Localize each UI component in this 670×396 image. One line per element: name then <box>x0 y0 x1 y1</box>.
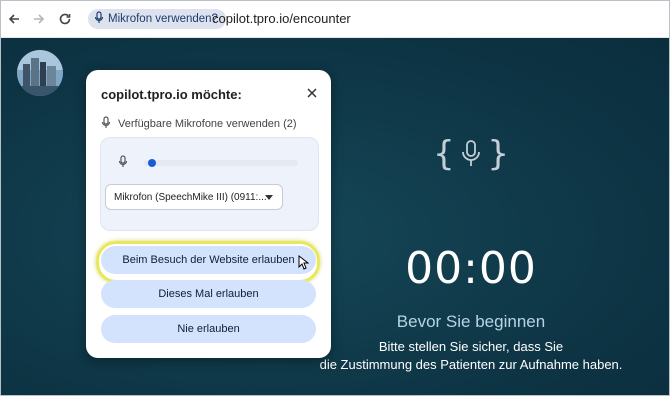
microphone-icon <box>462 140 480 166</box>
browser-toolbar: Mikrofon verwenden? copilot.tpro.io/enco… <box>1 1 669 38</box>
address-bar-url[interactable]: copilot.tpro.io/encounter <box>212 11 351 26</box>
microphone-level-indicator <box>148 159 156 167</box>
avatar[interactable] <box>17 50 63 96</box>
consent-hint: Bitte stellen Sie sicher, dass Sie die Z… <box>301 338 641 374</box>
microphone-icon <box>101 116 111 132</box>
never-allow-button[interactable]: Nie erlauben <box>101 315 316 343</box>
chip-label: Mikrofon verwenden? <box>108 13 218 25</box>
permission-text: Verfügbare Mikrofone verwenden (2) <box>118 118 297 130</box>
browser-window: Mikrofon verwenden? copilot.tpro.io/enco… <box>0 0 670 396</box>
microphone-level-meter <box>144 159 298 167</box>
microphone-device-select[interactable]: Mikrofon (SpeechMike III) (0911:... <box>105 184 283 210</box>
recording-timer: 00:00 <box>405 243 537 294</box>
permission-request: Verfügbare Mikrofone verwenden (2) <box>101 116 297 132</box>
chevron-down-icon <box>265 195 273 200</box>
microphone-icon <box>118 155 128 173</box>
prepare-title: Bevor Sie beginnen <box>396 312 546 331</box>
forward-icon[interactable] <box>29 9 49 29</box>
microphone-icon <box>94 11 104 27</box>
hint-line-1: Bitte stellen Sie sicher, dass Sie <box>378 339 564 354</box>
reload-icon[interactable] <box>55 9 75 29</box>
microphone-status-icon: { } <box>433 134 509 174</box>
microphone-permission-chip[interactable]: Mikrofon verwenden? <box>88 9 226 29</box>
back-icon[interactable] <box>4 9 24 29</box>
microphone-panel: Mikrofon (SpeechMike III) (0911:... <box>100 137 319 231</box>
hint-line-2: die Zustimmung des Patienten zur Aufnahm… <box>319 357 623 372</box>
allow-on-visit-button[interactable]: Beim Besuch der Website erlauben <box>101 246 316 274</box>
selected-device: Mikrofon (SpeechMike III) (0911:... <box>114 191 267 203</box>
allow-once-button[interactable]: Dieses Mal erlauben <box>101 280 316 308</box>
mouse-cursor-icon <box>298 254 310 275</box>
encounter-page: { } 00:00 Bevor Sie beginnen Bitte stell… <box>1 38 669 395</box>
permission-dialog: copilot.tpro.io möchte: Verfügbare Mikro… <box>86 70 331 358</box>
dialog-title: copilot.tpro.io möchte: <box>101 87 242 102</box>
close-icon[interactable] <box>304 85 320 101</box>
